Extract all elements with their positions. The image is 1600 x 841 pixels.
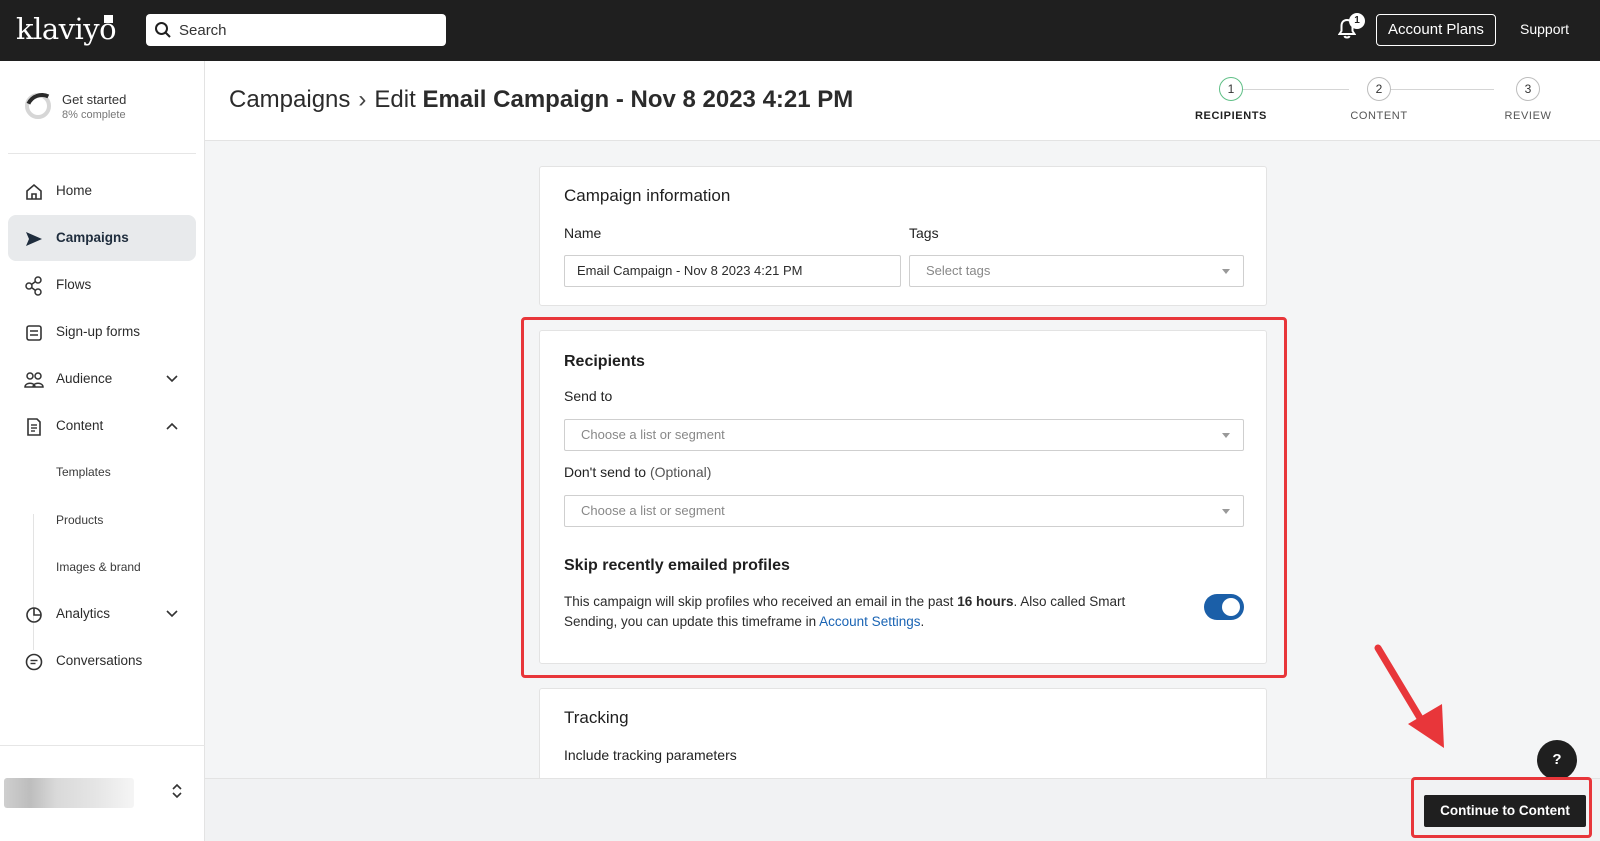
- breadcrumb-campaigns-link[interactable]: Campaigns: [229, 86, 350, 113]
- tags-label: Tags: [909, 225, 939, 241]
- sidebar-item-label: Home: [56, 183, 93, 198]
- red-arrow-annotation-icon: [1374, 644, 1444, 748]
- step-label: CONTENT: [1350, 110, 1408, 122]
- search-placeholder: Search: [179, 22, 227, 39]
- get-started-progress-text: 8% complete: [62, 109, 126, 121]
- sidebar-item-campaigns[interactable]: Campaigns: [8, 215, 196, 261]
- step-number: 3: [1516, 77, 1540, 101]
- help-button[interactable]: ?: [1537, 740, 1577, 780]
- sidebar-item-label: Conversations: [56, 653, 143, 668]
- highlight-box-recipients: [521, 317, 1287, 678]
- caret-down-icon: [1222, 269, 1230, 274]
- sidebar-item-label: Content: [56, 418, 104, 433]
- top-navigation-bar: klaviyo Search 1 Account Plans Support: [0, 0, 1600, 61]
- send-icon: [26, 232, 42, 246]
- step-label: REVIEW: [1504, 110, 1552, 122]
- breadcrumb-edit-prefix: Edit: [374, 86, 416, 113]
- step-review[interactable]: 3 REVIEW: [1483, 77, 1573, 122]
- step-recipients[interactable]: 1 RECIPIENTS: [1186, 77, 1276, 122]
- step-content[interactable]: 2 CONTENT: [1334, 77, 1424, 122]
- page-header: Campaigns › Edit Email Campaign - Nov 8 20…: [205, 61, 1600, 141]
- sidebar-item-analytics[interactable]: Analytics: [8, 591, 196, 637]
- chat-icon: [25, 653, 43, 671]
- step-label: RECIPIENTS: [1194, 110, 1267, 122]
- account-plans-button[interactable]: Account Plans: [1376, 14, 1496, 46]
- search-icon: [155, 22, 171, 38]
- account-avatar-blurred: [4, 778, 134, 808]
- account-switcher[interactable]: [0, 745, 205, 841]
- support-link[interactable]: Support: [1520, 21, 1569, 37]
- breadcrumb: Campaigns › Edit Email Campaign - Nov 8 20…: [229, 86, 853, 114]
- sidebar-item-home[interactable]: Home: [8, 168, 196, 214]
- sidebar-item-label: Audience: [56, 371, 113, 386]
- highlight-box-continue: [1411, 777, 1592, 838]
- document-icon: [27, 418, 41, 436]
- step-number: 1: [1219, 77, 1243, 101]
- page-title: Email Campaign - Nov 8 2023 4:21 PM: [422, 86, 854, 113]
- chevron-down-icon: [166, 610, 178, 618]
- flows-icon: [25, 276, 42, 296]
- sidebar-item-audience[interactable]: Audience: [8, 356, 196, 402]
- form-icon: [26, 325, 42, 341]
- notification-count-badge: 1: [1349, 13, 1365, 29]
- sidebar-item-conversations[interactable]: Conversations: [8, 638, 196, 684]
- bottom-action-bar: [205, 778, 1600, 841]
- campaign-name-field[interactable]: Email Campaign - Nov 8 2023 4:21 PM: [564, 255, 901, 287]
- name-label: Name: [564, 225, 602, 241]
- get-started-title[interactable]: Get started: [62, 92, 126, 107]
- sidebar-item-label: Flows: [56, 277, 92, 292]
- sidebar-item-label: Analytics: [56, 606, 111, 621]
- sidebar-item-content[interactable]: Content: [8, 403, 196, 449]
- sidebar-item-label: Sign-up forms: [56, 324, 141, 339]
- pie-chart-icon: [26, 607, 42, 623]
- sidebar-subitem-images-brand[interactable]: Images & brand: [56, 560, 141, 574]
- home-icon: [26, 183, 42, 200]
- logo-flag-icon: [104, 15, 113, 23]
- campaign-information-card: Campaign information Name Tags Email Cam…: [539, 166, 1267, 306]
- include-tracking-label: Include tracking parameters: [564, 747, 737, 763]
- tracking-title: Tracking: [564, 708, 629, 727]
- get-started-progress-ring[interactable]: [25, 93, 51, 119]
- search-input[interactable]: Search: [146, 14, 446, 46]
- sidebar-divider: [8, 153, 196, 154]
- chevron-right-icon: ›: [358, 86, 367, 113]
- tags-placeholder: Select tags: [926, 263, 991, 278]
- users-icon: [24, 372, 44, 388]
- chevron-down-icon: [166, 375, 178, 383]
- step-number: 2: [1367, 77, 1391, 101]
- chevron-up-icon: [166, 422, 178, 430]
- tags-select[interactable]: Select tags: [909, 255, 1244, 287]
- sidebar-item-label: Campaigns: [56, 230, 129, 245]
- campaign-information-title: Campaign information: [564, 186, 731, 205]
- klaviyo-logo[interactable]: klaviyo: [16, 12, 117, 46]
- sidebar-subitem-templates[interactable]: Templates: [56, 465, 111, 479]
- sidebar-item-signup-forms[interactable]: Sign-up forms: [8, 309, 196, 355]
- sidebar: Get started 8% complete Home Campaigns F…: [0, 61, 205, 841]
- sidebar-subitem-products[interactable]: Products: [56, 513, 103, 527]
- chevron-up-down-icon[interactable]: [170, 782, 184, 800]
- sidebar-item-flows[interactable]: Flows: [8, 262, 196, 308]
